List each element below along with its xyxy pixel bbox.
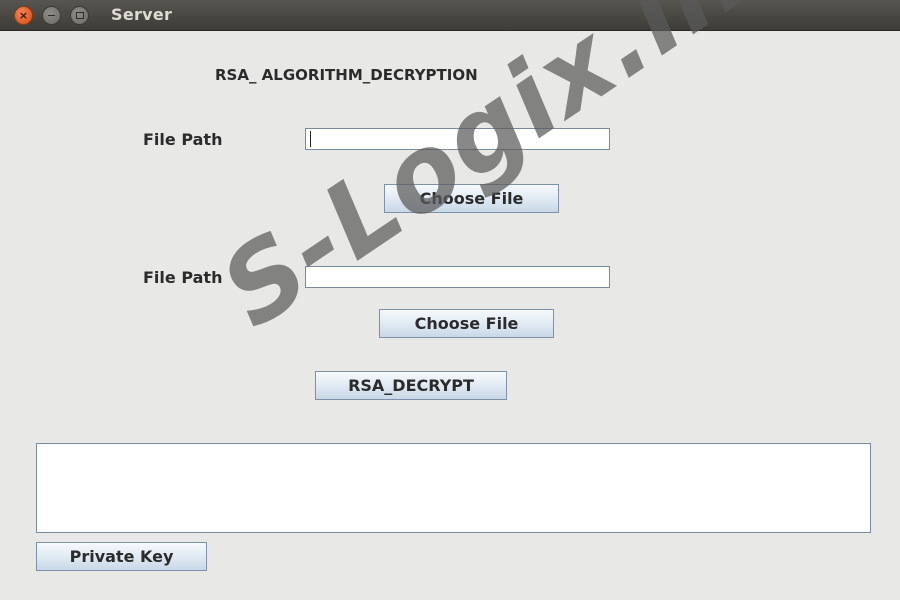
page-title: RSA_ ALGORITHM_DECRYPTION <box>215 66 478 84</box>
private-key-button[interactable]: Private Key <box>36 542 207 571</box>
maximize-icon <box>76 12 84 19</box>
file-path-input-1[interactable] <box>305 128 610 150</box>
file-path-label-1: File Path <box>143 130 223 149</box>
watermark: S-Logix.in <box>200 0 768 352</box>
window-title: Server <box>111 5 173 24</box>
minimize-button[interactable] <box>42 6 61 25</box>
file-path-input-2[interactable] <box>305 266 610 288</box>
title-bar: × Server <box>0 0 900 31</box>
file-path-label-2: File Path <box>143 268 223 287</box>
maximize-button[interactable] <box>70 6 89 25</box>
minimize-icon <box>48 15 55 16</box>
output-textarea[interactable] <box>36 443 871 533</box>
rsa-decrypt-button[interactable]: RSA_DECRYPT <box>315 371 507 400</box>
close-icon: × <box>18 9 29 22</box>
text-caret <box>310 131 311 147</box>
close-button[interactable]: × <box>14 6 33 25</box>
choose-file-button-1[interactable]: Choose File <box>384 184 559 213</box>
choose-file-button-2[interactable]: Choose File <box>379 309 554 338</box>
